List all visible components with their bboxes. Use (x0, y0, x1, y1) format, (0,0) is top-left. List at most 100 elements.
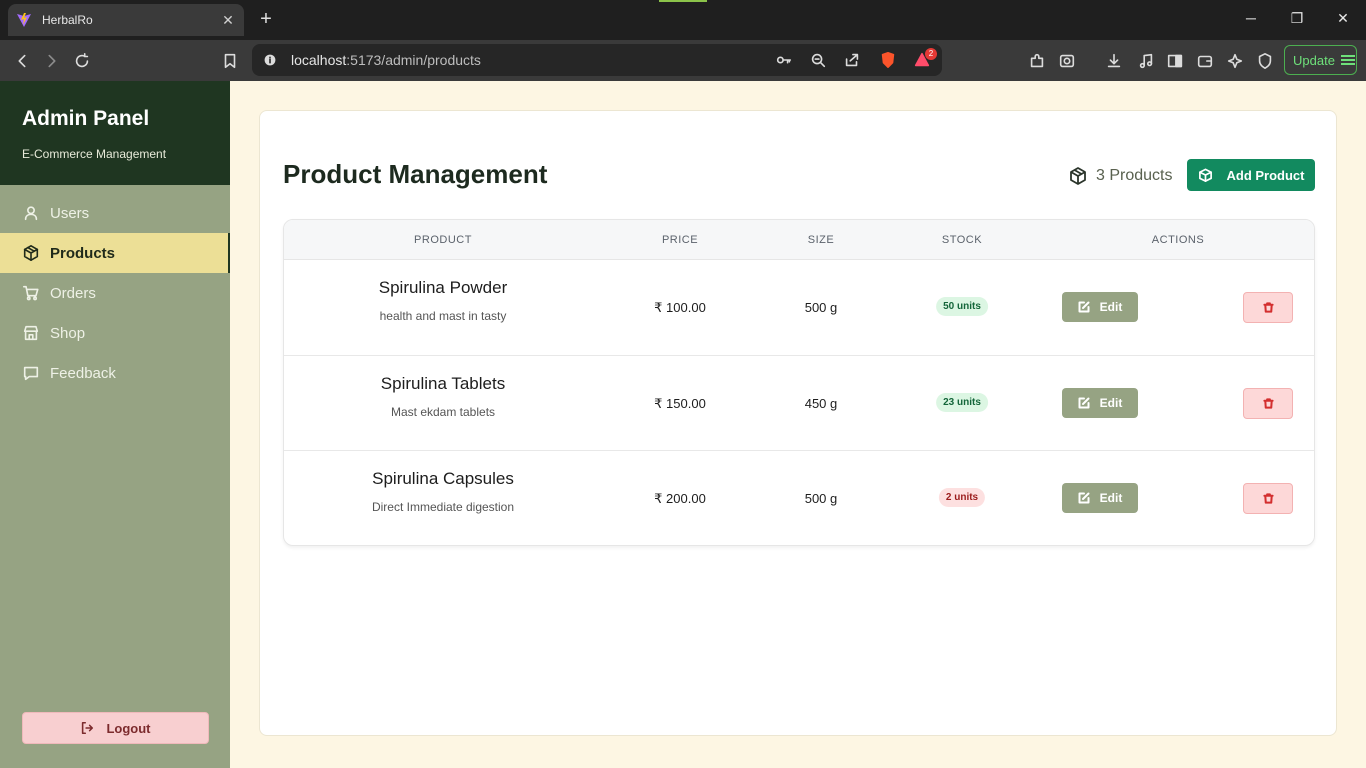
vpn-icon[interactable] (1255, 51, 1275, 71)
product-count-label: 3 Products (1096, 167, 1173, 184)
restore-icon[interactable]: ❐ (1287, 10, 1307, 27)
sidebar-nav: Users Products Orders Shop Feedback (0, 193, 230, 393)
table-row: Spirulina Powder health and mast in tast… (284, 260, 1314, 356)
delete-button[interactable] (1243, 387, 1293, 419)
bookmark-icon[interactable] (220, 51, 240, 71)
url-path: :5173/admin/products (346, 52, 481, 68)
column-header-size: SIZE (807, 234, 835, 246)
sidebar-item-label: Users (50, 204, 90, 222)
product-name: Spirulina Tablets (380, 373, 506, 393)
edit-label: Edit (1099, 395, 1123, 410)
trash-icon (1262, 397, 1274, 409)
trash-icon (1262, 302, 1274, 313)
sidebar-subtitle: E-Commerce Management (22, 147, 167, 161)
browser-toolbar: localhost:5173/admin/products 2 Update (0, 40, 1366, 81)
brave-shield-icon[interactable] (878, 50, 898, 70)
edit-icon (1078, 301, 1090, 313)
stock-badge: 2 units (938, 488, 986, 507)
sidebar-header: Admin Panel E-Commerce Management (0, 81, 230, 185)
trash-icon (1262, 493, 1274, 504)
product-management-card: Product Management 3 Products Add Produc… (259, 110, 1337, 736)
add-product-button[interactable]: Add Product (1187, 159, 1315, 191)
extensions-icon[interactable] (1027, 51, 1047, 71)
product-count: 3 Products (1068, 166, 1172, 186)
download-icon[interactable] (1104, 51, 1124, 71)
product-name: Spirulina Capsules (372, 469, 514, 488)
box-icon (1070, 167, 1086, 185)
edit-button[interactable]: Edit (1062, 387, 1138, 418)
logout-label: Logout (106, 720, 151, 736)
edit-icon (1078, 397, 1090, 408)
box-icon (22, 244, 40, 262)
sidebar-item-shop[interactable]: Shop (0, 313, 230, 353)
update-button[interactable]: Update (1284, 45, 1357, 75)
sidebar-item-label: Products (50, 244, 116, 262)
table-header: PRODUCT PRICE SIZE STOCK ACTIONS (284, 220, 1314, 260)
edit-icon (1078, 492, 1090, 504)
delete-button[interactable] (1243, 292, 1293, 323)
sidebar-toggle-icon[interactable] (1165, 51, 1185, 71)
site-info-icon[interactable] (260, 50, 280, 70)
sidebar-item-label: Feedback (50, 364, 116, 382)
sidebar-item-users[interactable]: Users (0, 193, 230, 233)
message-icon (22, 364, 40, 382)
wallet-icon[interactable] (1195, 51, 1215, 71)
add-box-icon (1198, 168, 1212, 182)
sidebar-item-label: Shop (50, 324, 86, 342)
user-icon (22, 204, 40, 222)
back-icon[interactable] (12, 51, 32, 71)
product-description: Direct Immediate digestion (371, 500, 515, 514)
edit-label: Edit (1099, 491, 1123, 505)
column-header-product: PRODUCT (414, 234, 472, 246)
browser-tab[interactable]: HerbalRo ✕ (8, 4, 244, 36)
url-host: localhost (291, 52, 347, 68)
product-name: Spirulina Powder (378, 278, 508, 297)
logout-button[interactable]: Logout (22, 712, 209, 744)
product-size: 450 g (804, 395, 838, 411)
tab-indicator (659, 0, 707, 2)
share-icon[interactable] (842, 50, 862, 70)
key-icon[interactable] (774, 50, 794, 70)
products-table: PRODUCT PRICE SIZE STOCK ACTIONS Spiruli… (283, 219, 1315, 546)
logout-icon (82, 721, 94, 735)
sidebar-item-label: Orders (50, 284, 96, 302)
store-icon (22, 324, 40, 342)
edit-button[interactable]: Edit (1062, 292, 1138, 322)
leo-ai-icon[interactable] (1225, 51, 1245, 71)
sidebar-item-products[interactable]: Products (0, 233, 230, 273)
cart-icon (22, 284, 40, 302)
column-header-stock: STOCK (941, 234, 983, 246)
update-label: Update (1293, 52, 1335, 68)
close-window-icon[interactable]: ✕ (1333, 10, 1353, 27)
browser-tab-strip: HerbalRo ✕ + ─ ❐ ✕ (0, 0, 1366, 40)
sidebar: Admin Panel E-Commerce Management Users … (0, 81, 230, 768)
new-tab-button[interactable]: + (256, 9, 276, 29)
product-size: 500 g (804, 300, 838, 315)
product-price: ₹ 150.00 (654, 395, 706, 411)
reader-mode-icon[interactable] (1057, 51, 1077, 71)
stock-badge: 23 units (936, 392, 988, 412)
menu-icon (1340, 55, 1355, 65)
product-description: Mast ekdam tablets (390, 404, 496, 419)
column-header-price: PRICE (661, 234, 699, 246)
edit-label: Edit (1099, 300, 1123, 314)
media-icon[interactable] (1136, 51, 1156, 71)
product-size: 500 g (804, 491, 838, 506)
close-tab-icon[interactable]: ✕ (220, 12, 236, 29)
stock-badge: 50 units (936, 297, 988, 316)
sidebar-item-feedback[interactable]: Feedback (0, 353, 230, 393)
url-text: localhost:5173/admin/products (291, 52, 481, 68)
address-bar[interactable]: localhost:5173/admin/products (252, 44, 942, 76)
edit-button[interactable]: Edit (1062, 483, 1138, 513)
vite-logo-icon (17, 13, 31, 27)
zoom-icon[interactable] (808, 50, 828, 70)
delete-button[interactable] (1243, 483, 1293, 514)
reload-icon[interactable] (72, 51, 92, 71)
sidebar-title: Admin Panel (22, 107, 150, 130)
table-row: Spirulina Tablets Mast ekdam tablets ₹ 1… (284, 356, 1314, 451)
forward-icon[interactable] (42, 51, 62, 71)
sidebar-item-orders[interactable]: Orders (0, 273, 230, 313)
page-title: Product Management (283, 159, 548, 189)
tab-title: HerbalRo (42, 13, 93, 27)
minimize-icon[interactable]: ─ (1241, 10, 1261, 26)
